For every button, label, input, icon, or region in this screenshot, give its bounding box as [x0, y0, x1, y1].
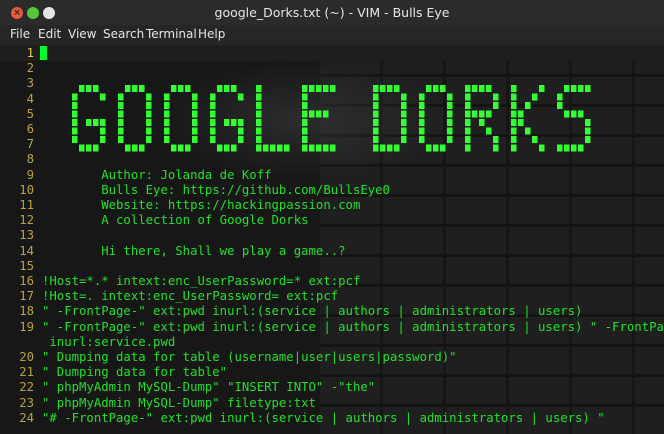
- line-number: 22: [19, 380, 34, 395]
- text-line: 16 !Host=*.* intext:enc_UserPassword=* ex…: [0, 274, 664, 289]
- menu-help[interactable]: Help: [198, 27, 225, 41]
- menu-search[interactable]: Search: [103, 27, 144, 41]
- line-text: !Host=. intext:enc_UserPassword= ext:pcf: [42, 289, 339, 304]
- line-number: 24: [19, 410, 34, 425]
- vim-editor[interactable]: GOOGLE DORKS 123456789 Author: Jolanda d…: [0, 45, 664, 434]
- line-number: 8: [26, 152, 34, 167]
- line-number: 13: [19, 228, 34, 243]
- line-number: 17: [19, 289, 34, 304]
- line-text: " -FrontPage-" ext:pwd inurl:(service | …: [42, 319, 664, 334]
- text-line: 2: [0, 61, 664, 76]
- line-text: " -FrontPage-" ext:pwd inurl:(service | …: [42, 304, 583, 319]
- text-line: 20 " Dumping data for table (username|use…: [0, 350, 664, 365]
- line-number: 15: [19, 258, 34, 273]
- text-line: 6: [0, 122, 664, 137]
- line-text: " phpMyAdmin MySQL-Dump" "INSERT INTO" -…: [42, 380, 376, 395]
- text-line: 17 !Host=. intext:enc_UserPassword= ext:p…: [0, 289, 664, 304]
- menu-file[interactable]: File: [10, 27, 30, 41]
- text-line: 1: [0, 46, 664, 61]
- line-number: 21: [19, 365, 34, 380]
- line-number: 16: [19, 274, 34, 288]
- line-number: 14: [19, 243, 34, 258]
- line-number: 2: [26, 61, 34, 76]
- menu-terminal[interactable]: Terminal: [146, 27, 197, 41]
- menu-view[interactable]: View: [68, 27, 96, 41]
- menu-bar: File Edit View Search Terminal Help: [0, 25, 664, 45]
- line-number: 10: [19, 182, 34, 197]
- line-number: 6: [26, 122, 34, 136]
- line-number: 3: [26, 76, 34, 91]
- line-text: Bulls Eye: https://github.com/BullsEye0: [42, 182, 390, 197]
- line-text: "# -FrontPage-" ext:pwd inurl:(service |…: [42, 410, 605, 425]
- text-line: 15: [0, 259, 664, 274]
- line-text: " Dumping data for table": [42, 365, 228, 380]
- text-line: 7: [0, 137, 664, 152]
- line-number: 7: [26, 137, 34, 152]
- window-title: google_Dorks.txt (~) - VIM - Bulls Eye: [214, 5, 450, 20]
- text-line: 10 Bulls Eye: https://github.com/BullsEy…: [0, 183, 664, 198]
- line-number: 4: [26, 91, 34, 106]
- text-line: 21 " Dumping data for table": [0, 365, 664, 380]
- text-line: 4: [0, 92, 664, 107]
- text-line: 24 "# -FrontPage-" ext:pwd inurl:(service…: [0, 411, 664, 426]
- line-text: Author: Jolanda de Koff: [42, 167, 272, 182]
- text-line: 18 " -FrontPage-" ext:pwd inurl:(service …: [0, 304, 664, 319]
- line-number: 23: [19, 395, 34, 410]
- line-number: 1: [26, 46, 34, 60]
- line-text: " Dumping data for table (username|user|…: [42, 350, 457, 364]
- line-number: 18: [19, 304, 34, 319]
- text-line: 13: [0, 228, 664, 243]
- line-number: 5: [26, 106, 34, 121]
- line-number: 20: [19, 350, 34, 364]
- text-line: 22 " phpMyAdmin MySQL-Dump" "INSERT INTO"…: [0, 380, 664, 395]
- text-line: 9 Author: Jolanda de Koff: [0, 168, 664, 183]
- line-number: 12: [19, 213, 34, 228]
- text-line: inurl:service.pwd: [0, 335, 664, 350]
- text-line: 14 Hi there, Shall we play a game..?: [0, 244, 664, 259]
- line-text: Hi there, Shall we play a game..?: [42, 243, 346, 258]
- text-line: 12 A collection of Google Dorks: [0, 213, 664, 228]
- text-line: 3: [0, 76, 664, 91]
- line-text: !Host=*.* intext:enc_UserPassword=* ext:…: [42, 274, 361, 288]
- text-line: 5: [0, 107, 664, 122]
- title-bar: × google_Dorks.txt (~) - VIM - Bulls Eye: [0, 0, 664, 25]
- menu-edit[interactable]: Edit: [38, 27, 61, 41]
- text-line: 11 Website: https://hackingpassion.com: [0, 198, 664, 213]
- line-text: " phpMyAdmin MySQL-Dump" filetype:txt: [42, 395, 316, 410]
- line-text: Website: https://hackingpassion.com: [42, 198, 361, 212]
- text-line: 23 " phpMyAdmin MySQL-Dump" filetype:txt: [0, 396, 664, 411]
- text-line: 19 " -FrontPage-" ext:pwd inurl:(service …: [0, 320, 664, 335]
- line-number: 9: [26, 167, 34, 182]
- line-number: 11: [19, 198, 34, 212]
- line-text: A collection of Google Dorks: [42, 213, 309, 228]
- line-number: 19: [19, 319, 34, 334]
- text-line: 8: [0, 152, 664, 167]
- line-text: inurl:service.pwd: [42, 334, 176, 349]
